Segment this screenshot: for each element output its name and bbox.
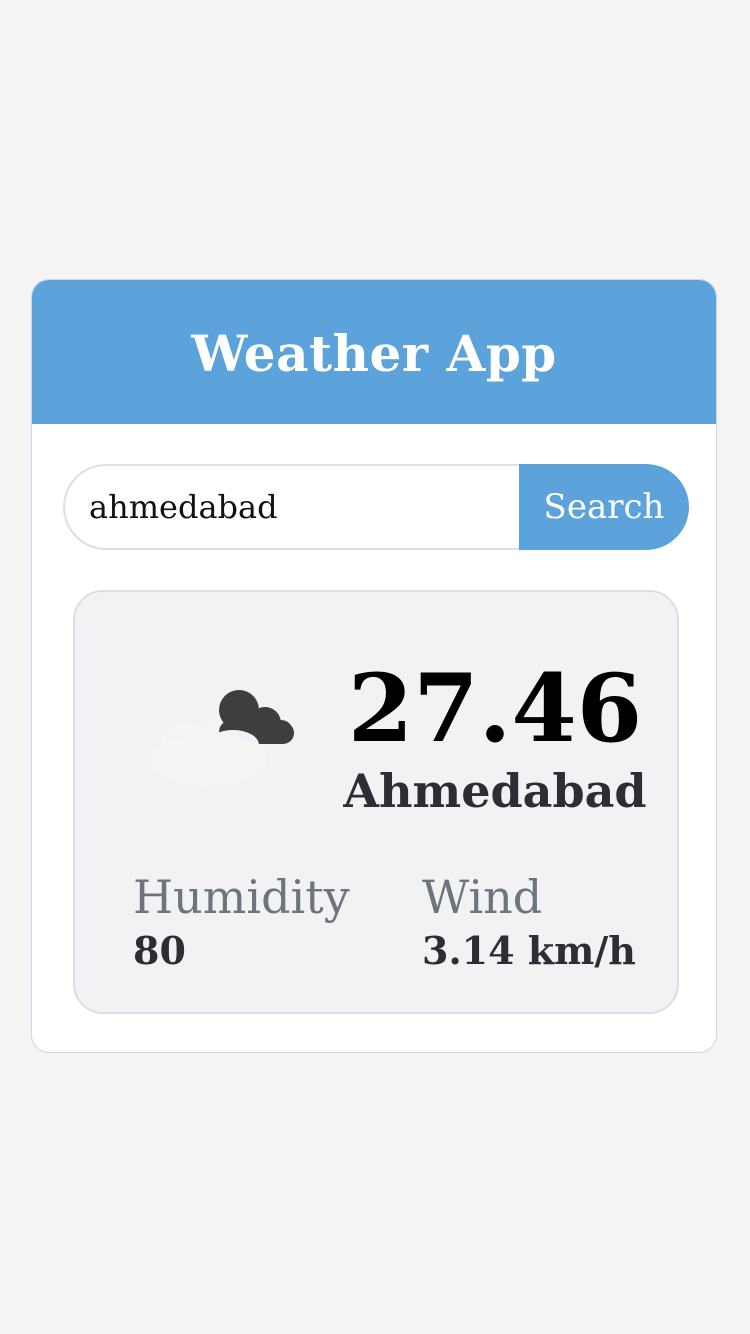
weather-app-card: Weather App Search 27.46 Ahmedabad bbox=[31, 279, 717, 1053]
weather-result-panel: 27.46 Ahmedabad Humidity 80 Wind 3.14 km… bbox=[73, 590, 679, 1014]
temperature-value: 27.46 bbox=[347, 654, 643, 764]
search-button[interactable]: Search bbox=[519, 464, 689, 550]
city-name: Ahmedabad bbox=[343, 764, 647, 818]
partly-cloudy-icon bbox=[151, 690, 294, 785]
app-title: Weather App bbox=[191, 323, 557, 383]
search-bar: Search bbox=[63, 464, 689, 550]
wind-speed-value: 3.14 km/h bbox=[422, 928, 636, 973]
humidity-value: 80 bbox=[133, 928, 186, 973]
humidity-label: Humidity bbox=[133, 870, 350, 924]
city-search-input[interactable] bbox=[63, 464, 519, 550]
app-header: Weather App bbox=[32, 280, 716, 424]
wind-label: Wind bbox=[422, 870, 543, 924]
